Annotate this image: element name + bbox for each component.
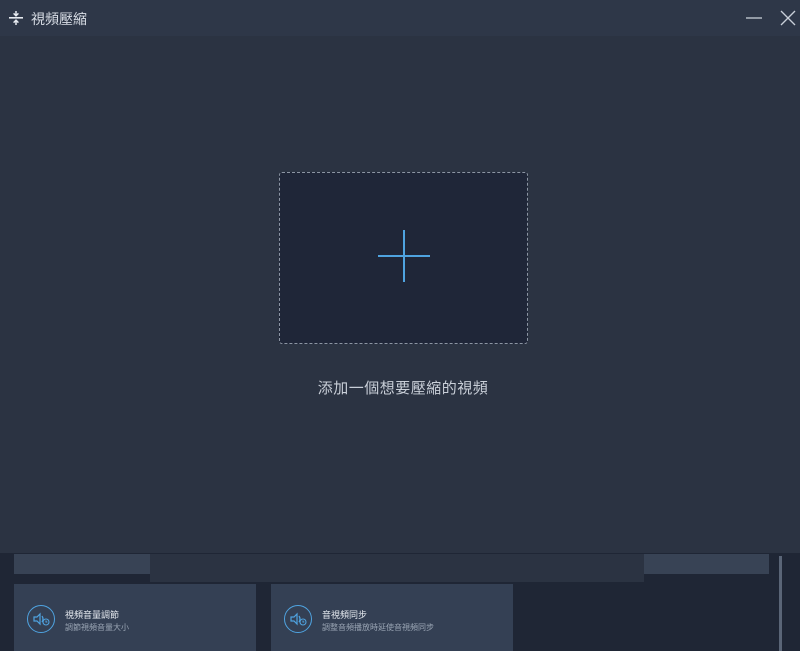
tool-title: 視頻音量調節 (65, 611, 120, 621)
add-video-drop-zone[interactable] (279, 172, 528, 344)
minimize-icon (746, 17, 762, 19)
audio-sync-icon (284, 605, 312, 633)
tool-title: 音視頻同步 (322, 611, 368, 621)
plus-icon (378, 230, 430, 282)
background-panel-middle (150, 554, 644, 582)
window-title: 視頻壓縮 (31, 12, 87, 28)
close-button[interactable] (776, 6, 800, 30)
volume-icon (27, 605, 55, 633)
video-compress-dialog: 視頻壓縮 添加一個想要壓縮的視頻 (0, 0, 800, 553)
background-panel-right (644, 554, 769, 574)
screen: 視頻音量調節 調節視頻音量大小 音視頻同步 調整音頻播放時延使音視頻同步 視頻壓… (0, 0, 800, 651)
tool-card-audio-sync[interactable]: 音視頻同步 調整音頻播放時延使音視頻同步 (271, 584, 513, 651)
title-bar[interactable]: 視頻壓縮 (0, 0, 800, 36)
compress-icon (9, 11, 23, 25)
tool-description: 調整音頻播放時延使音視頻同步 (322, 623, 434, 632)
drop-zone-caption: 添加一個想要壓縮的視頻 (317, 379, 489, 397)
minimize-button[interactable] (742, 6, 766, 30)
close-icon (780, 10, 796, 26)
tool-description: 調節視頻音量大小 (65, 623, 129, 632)
tool-card-volume-adjust[interactable]: 視頻音量調節 調節視頻音量大小 (14, 584, 256, 651)
background-scrollbar[interactable] (779, 556, 782, 651)
background-panel-left (14, 554, 150, 574)
